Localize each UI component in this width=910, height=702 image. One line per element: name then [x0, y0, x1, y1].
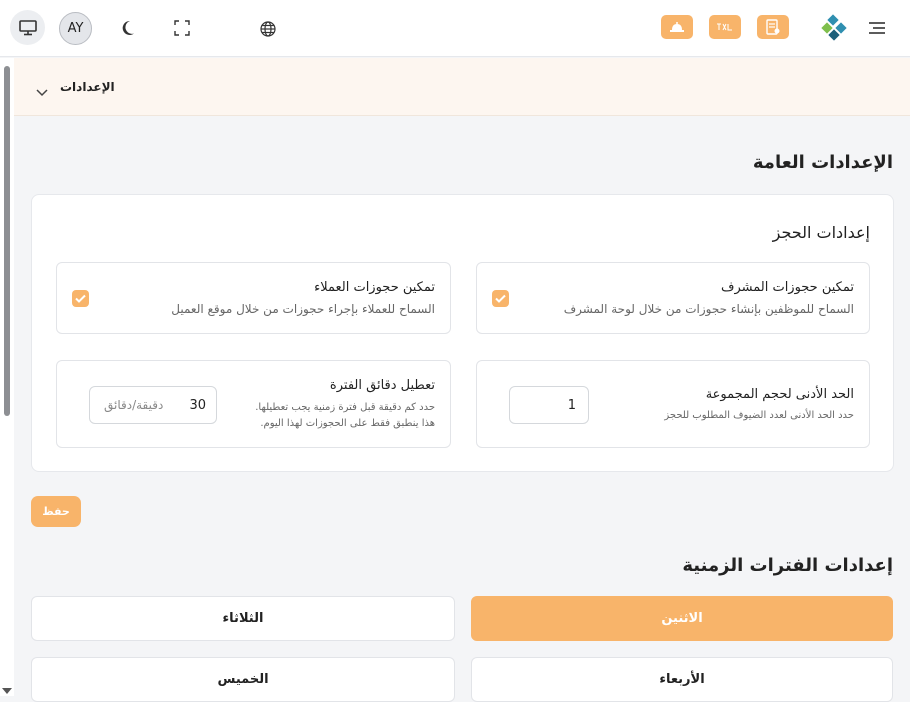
- day-tab-monday[interactable]: الاثنين: [471, 596, 893, 641]
- avatar[interactable]: AY: [59, 12, 92, 45]
- chevron-down-icon[interactable]: [36, 82, 48, 97]
- setting-title: تعطيل دقائق الفترة: [329, 378, 435, 393]
- moon-icon[interactable]: [116, 17, 138, 39]
- translate-icon[interactable]: [709, 15, 741, 39]
- customer-booking-setting: تمكين حجوزات العملاء السماح للعملاء بإجر…: [56, 262, 451, 334]
- min-group-value: 1: [567, 397, 576, 413]
- day-tab-wednesday[interactable]: الأربعاء: [471, 657, 893, 702]
- disable-minutes-value: 30: [189, 397, 206, 413]
- min-group-setting: الحد الأدنى لحجم المجموعة حدد الحد الأدن…: [476, 360, 870, 448]
- setting-description: السماح للموظفين بإنشاء حجوزات من خلال لو…: [563, 302, 854, 316]
- setting-title: تمكين حجوزات العملاء: [314, 280, 435, 295]
- scroll-thumb[interactable]: [4, 66, 10, 416]
- fullscreen-icon[interactable]: [171, 17, 193, 39]
- day-tab-tuesday[interactable]: الثلاثاء: [31, 596, 455, 641]
- card-title: إعدادات الحجز: [772, 223, 870, 242]
- save-button[interactable]: حفظ: [31, 496, 81, 527]
- scrollbar[interactable]: [0, 58, 14, 696]
- globe-icon[interactable]: [257, 18, 278, 39]
- customer-booking-checkbox[interactable]: [72, 290, 89, 307]
- min-group-input[interactable]: 1: [509, 386, 589, 424]
- slots-title: إعدادات الفترات الزمنية: [682, 555, 893, 576]
- check-icon: [495, 294, 506, 303]
- setting-description: السماح للعملاء بإجراء حجوزات من خلال موق…: [171, 302, 435, 316]
- logo-icon[interactable]: [820, 13, 850, 43]
- booking-settings-card: إعدادات الحجز تمكين حجوزات المشرف السماح…: [31, 194, 894, 472]
- check-icon: [75, 294, 86, 303]
- breadcrumb: الإعدادات: [14, 58, 910, 116]
- breadcrumb-label[interactable]: الإعدادات: [60, 80, 115, 94]
- disable-minutes-setting: تعطيل دقائق الفترة حدد كم دقيقة قبل فترة…: [56, 360, 451, 448]
- bell-icon[interactable]: [661, 15, 693, 39]
- scroll-down-arrow-icon[interactable]: [2, 688, 12, 694]
- day-tab-thursday[interactable]: الخميس: [31, 657, 455, 702]
- avatar-initials: AY: [67, 21, 84, 36]
- disable-minutes-input[interactable]: دقيقة/دقائق 30: [89, 386, 217, 424]
- admin-booking-checkbox[interactable]: [492, 290, 509, 307]
- setting-title: الحد الأدنى لحجم المجموعة: [705, 387, 854, 402]
- page-title: الإعدادات العامة: [752, 152, 893, 173]
- admin-booking-setting: تمكين حجوزات المشرف السماح للموظفين بإنش…: [476, 262, 870, 334]
- top-bar: AY: [0, 0, 910, 57]
- monitor-icon[interactable]: [10, 10, 45, 45]
- setting-description-line2: هذا ينطبق فقط على الحجوزات لهذا اليوم.: [260, 418, 435, 429]
- setting-title: تمكين حجوزات المشرف: [720, 280, 854, 295]
- setting-description-line1: حدد كم دقيقة قبل فترة زمنية يجب تعطيلها.: [255, 402, 435, 413]
- menu-icon[interactable]: [866, 17, 888, 39]
- unit-label: دقيقة/دقائق: [104, 398, 164, 412]
- document-icon[interactable]: [757, 15, 789, 39]
- setting-description: حدد الحد الأدنى لعدد الضيوف المطلوب للحج…: [664, 410, 854, 421]
